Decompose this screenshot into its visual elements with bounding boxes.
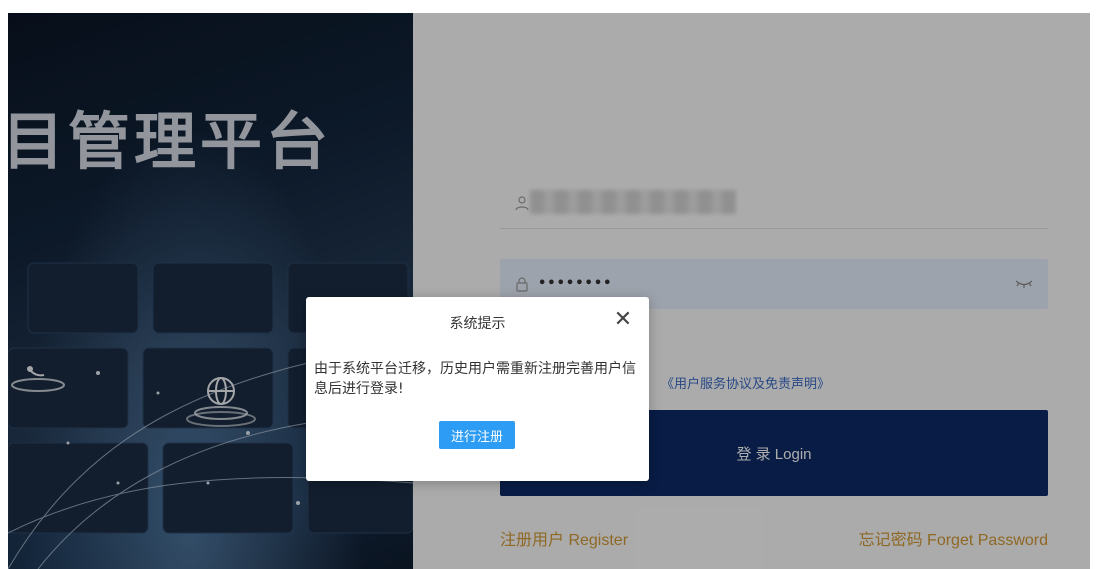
modal-overlay[interactable] — [8, 13, 1090, 569]
dialog-header: 系统提示 ✕ — [306, 297, 649, 347]
register-now-button[interactable]: 进行注册 — [439, 421, 515, 449]
close-icon[interactable]: ✕ — [613, 309, 633, 331]
system-notice-dialog: 系统提示 ✕ 由于系统平台迁移，历史用户需重新注册完善用户信息后进行登录! 进行… — [306, 297, 649, 481]
dialog-title: 系统提示 — [449, 316, 506, 332]
dialog-message: 由于系统平台迁移，历史用户需重新注册完善用户信息后进行登录! — [314, 361, 636, 397]
app-window: 目管理平台 •••••••• 《用户服务协议及免责声明》 登 录 Login 注… — [8, 13, 1090, 569]
